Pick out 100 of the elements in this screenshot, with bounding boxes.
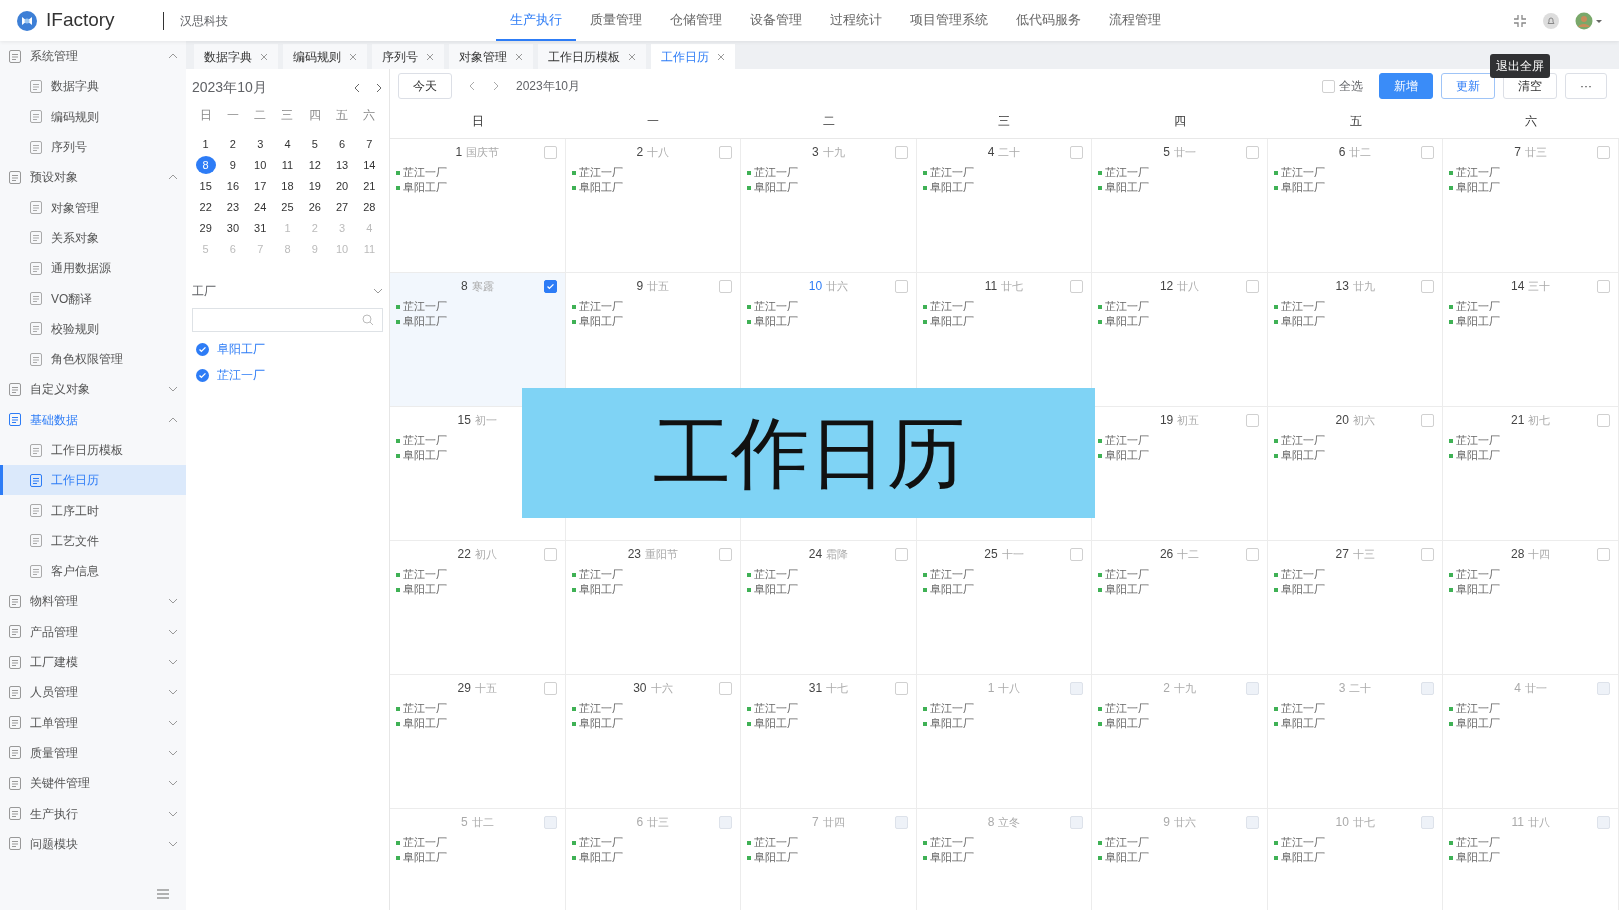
chevron-down-icon[interactable] — [168, 839, 178, 848]
event-item[interactable]: 芷江一厂 — [396, 299, 447, 314]
event-item[interactable]: 阜阳工厂 — [922, 716, 974, 731]
day-cell[interactable]: 10 廿七 芷江一厂 阜阳工厂 — [1267, 809, 1444, 910]
event-item[interactable]: 芷江一厂 — [922, 701, 974, 716]
tab[interactable]: 对象管理 — [449, 44, 533, 69]
sidebar-group[interactable]: 工单管理 — [0, 707, 186, 738]
day-cell[interactable]: 21 初七 芷江一厂 阜阳工厂 — [1443, 407, 1619, 541]
date-cell[interactable]: 28 — [359, 198, 380, 216]
top-menu-item[interactable]: 低代码服务 — [1001, 0, 1095, 41]
day-cell[interactable]: 22 初八 芷江一厂 阜阳工厂 — [390, 541, 566, 675]
sidebar-item[interactable]: 校验规则 — [0, 313, 186, 344]
chevron-down-icon[interactable] — [168, 718, 178, 727]
event-item[interactable]: 芷江一厂 — [1273, 433, 1325, 448]
event-item[interactable]: 阜阳工厂 — [396, 180, 447, 195]
checkbox[interactable] — [196, 368, 209, 382]
close-icon[interactable] — [349, 52, 357, 61]
event-item[interactable]: 阜阳工厂 — [747, 314, 799, 329]
day-cell[interactable]: 2 十九 芷江一厂 阜阳工厂 — [1092, 675, 1268, 809]
date-cell[interactable]: 30 — [222, 219, 243, 237]
chevron-down-icon[interactable] — [168, 809, 178, 818]
sidebar-group[interactable]: 基础数据 — [0, 404, 186, 435]
day-cell[interactable]: 23 重阳节 芷江一厂 阜阳工厂 — [565, 541, 742, 675]
event-item[interactable]: 芷江一厂 — [396, 165, 447, 180]
sidebar-group[interactable]: 问题模块 — [0, 828, 186, 859]
event-item[interactable]: 芷江一厂 — [1449, 701, 1501, 716]
sidebar-group[interactable]: 物料管理 — [0, 586, 186, 617]
event-item[interactable]: 阜阳工厂 — [1449, 850, 1501, 865]
event-item[interactable]: 芷江一厂 — [1273, 567, 1325, 582]
event-item[interactable]: 阜阳工厂 — [1098, 716, 1150, 731]
checkbox[interactable] — [196, 342, 209, 356]
sidebar-item[interactable]: 工作日历 — [0, 465, 186, 496]
date-cell[interactable]: 19 — [304, 177, 325, 195]
event-item[interactable]: 阜阳工厂 — [922, 850, 974, 865]
sidebar-group[interactable]: 系统管理 — [0, 41, 186, 72]
event-item[interactable]: 阜阳工厂 — [571, 180, 623, 195]
factory-option[interactable]: 阜阳工厂 — [192, 340, 383, 358]
event-item[interactable]: 阜阳工厂 — [1449, 448, 1501, 463]
event-item[interactable]: 芷江一厂 — [1273, 835, 1325, 850]
day-cell[interactable]: 25 十一 芷江一厂 阜阳工厂 — [916, 541, 1093, 675]
sidebar-item[interactable]: 序列号 — [0, 131, 186, 163]
event-item[interactable]: 阜阳工厂 — [396, 448, 447, 463]
day-cell[interactable]: 1 十八 芷江一厂 阜阳工厂 — [916, 675, 1093, 809]
sidebar-group[interactable]: 自定义对象 — [0, 374, 186, 405]
sidebar-group[interactable]: 质量管理 — [0, 737, 186, 769]
date-cell[interactable]: 25 — [277, 198, 298, 216]
event-item[interactable]: 芷江一厂 — [396, 701, 447, 716]
day-cell[interactable]: 13 廿九 芷江一厂 阜阳工厂 — [1267, 273, 1444, 407]
day-cell[interactable]: 28 十四 芷江一厂 阜阳工厂 — [1443, 541, 1619, 675]
date-cell[interactable]: 20 — [332, 177, 353, 195]
event-item[interactable]: 阜阳工厂 — [1098, 850, 1150, 865]
chevron-down-icon[interactable] — [168, 658, 178, 667]
sidebar-item[interactable]: 客户信息 — [0, 556, 186, 587]
tab[interactable]: 工作日历模板 — [538, 44, 646, 69]
event-item[interactable]: 阜阳工厂 — [1449, 314, 1501, 329]
event-item[interactable]: 阜阳工厂 — [922, 582, 974, 597]
sidebar-item[interactable]: 工作日历模板 — [0, 434, 186, 466]
day-cell[interactable]: 3 二十 芷江一厂 阜阳工厂 — [1267, 675, 1444, 809]
today-button[interactable]: 今天 — [398, 73, 452, 99]
factory-option[interactable]: 芷江一厂 — [192, 366, 383, 384]
sidebar-item[interactable]: VO翻译 — [0, 283, 186, 314]
day-cell[interactable]: 24 霜降 芷江一厂 阜阳工厂 — [741, 541, 917, 675]
action-button[interactable]: 更新 — [1441, 73, 1495, 99]
action-button[interactable]: 新增 — [1379, 73, 1433, 99]
date-cell[interactable]: 7 — [359, 135, 380, 153]
event-item[interactable]: 阜阳工厂 — [1098, 448, 1150, 463]
event-item[interactable]: 阜阳工厂 — [396, 850, 447, 865]
day-cell[interactable]: 2 十八 芷江一厂 阜阳工厂 — [565, 139, 742, 273]
event-item[interactable]: 芷江一厂 — [1449, 299, 1501, 314]
event-item[interactable]: 阜阳工厂 — [1098, 314, 1150, 329]
event-item[interactable]: 芷江一厂 — [1098, 701, 1150, 716]
day-cell[interactable]: 26 十二 芷江一厂 阜阳工厂 — [1092, 541, 1268, 675]
event-item[interactable]: 芷江一厂 — [1273, 299, 1325, 314]
sidebar-item[interactable]: 数据字典 — [0, 71, 186, 102]
date-cell[interactable]: 23 — [222, 198, 243, 216]
date-cell[interactable]: 12 — [304, 156, 325, 174]
date-cell[interactable]: 8 — [195, 156, 216, 174]
chevron-down-icon[interactable] — [168, 779, 178, 788]
day-cell[interactable]: 5 廿一 芷江一厂 阜阳工厂 — [1092, 139, 1268, 273]
sidebar-group[interactable]: 人员管理 — [0, 677, 186, 708]
sidebar-item[interactable]: 工艺文件 — [0, 525, 186, 557]
chevron-down-icon[interactable] — [168, 688, 178, 697]
tab[interactable]: 工作日历 — [651, 44, 735, 69]
day-cell[interactable]: 6 廿二 芷江一厂 阜阳工厂 — [1267, 139, 1444, 273]
sidebar-group[interactable]: 生产执行 — [0, 798, 186, 829]
event-item[interactable]: 阜阳工厂 — [747, 716, 799, 731]
date-cell[interactable]: 29 — [195, 219, 216, 237]
date-cell[interactable]: 14 — [359, 156, 380, 174]
sidebar-group[interactable]: 产品管理 — [0, 616, 186, 647]
event-item[interactable]: 芷江一厂 — [1098, 299, 1150, 314]
factory-dropdown[interactable]: 工厂 — [192, 282, 383, 308]
date-cell[interactable]: 6 — [332, 135, 353, 153]
event-item[interactable]: 芷江一厂 — [396, 433, 447, 448]
event-item[interactable]: 芷江一厂 — [1449, 567, 1501, 582]
date-cell[interactable]: 2 — [222, 135, 243, 153]
event-item[interactable]: 阜阳工厂 — [747, 850, 799, 865]
event-item[interactable]: 芷江一厂 — [747, 299, 799, 314]
event-item[interactable]: 芷江一厂 — [922, 567, 974, 582]
day-cell[interactable]: 5 廿二 芷江一厂 阜阳工厂 — [390, 809, 566, 910]
day-cell[interactable]: 9 廿六 芷江一厂 阜阳工厂 — [1092, 809, 1268, 910]
